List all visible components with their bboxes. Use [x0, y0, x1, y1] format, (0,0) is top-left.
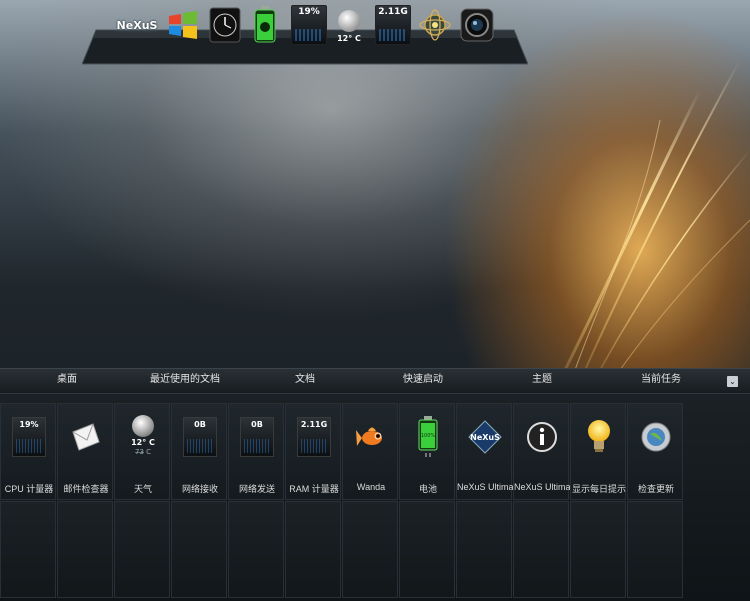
empty-slot[interactable]: [627, 501, 683, 598]
tab-quick-launch[interactable]: 快速启动: [388, 369, 458, 391]
empty-slot[interactable]: [456, 501, 512, 598]
widget-label: NeXuS Ultimat: [457, 482, 513, 492]
tab-current-tasks[interactable]: 当前任务: [626, 369, 696, 391]
collapse-button[interactable]: ⌄: [727, 376, 738, 387]
weather-temp-secondary: 7̶3̶ C: [134, 448, 152, 456]
widget-label: 检查更新: [637, 484, 674, 494]
tab-bar: 桌面 最近使用的文档 文档 快速启动 主题 当前任务 ⌄: [0, 369, 750, 394]
empty-slot[interactable]: [228, 501, 284, 598]
widget-label: 显示每日提示: [571, 484, 626, 494]
lightbulb-icon: [588, 420, 610, 452]
cpu-meter-value: 19%: [19, 420, 39, 429]
tab-desktop[interactable]: 桌面: [32, 369, 102, 391]
globe-update-icon: [641, 422, 671, 452]
empty-slot[interactable]: [114, 501, 170, 598]
dock-item-ram-meter[interactable]: 2.11G: [370, 2, 416, 48]
tab-themes[interactable]: 主题: [512, 369, 572, 391]
dock-item-weather[interactable]: 12° C: [326, 2, 372, 48]
clock-icon: [209, 7, 241, 43]
ram-meter-value: 2.11G: [378, 7, 408, 17]
envelope-icon: [72, 423, 100, 451]
widget-tile-net-recv[interactable]: 0B 网络接收: [171, 403, 227, 500]
battery-percent: 100%: [421, 433, 436, 439]
nexus-logo-text: NeXuS: [470, 433, 500, 442]
cpu-meter-value: 19%: [298, 7, 320, 17]
nexus-logo-icon: NeXuS: [468, 420, 502, 454]
network-send-icon: 0B: [240, 417, 274, 457]
empty-slot[interactable]: [0, 501, 56, 598]
widget-label: NeXuS Ultimat: [514, 482, 570, 492]
atom-icon: [419, 9, 451, 41]
battery-icon: 100%: [418, 416, 438, 457]
widget-tile-nexus-2[interactable]: NeXuS Ultimat: [513, 403, 570, 500]
nexus-panel: 桌面 最近使用的文档 文档 快速启动 主题 当前任务 ⌄ 19% CPU 计量器…: [0, 368, 750, 601]
widget-tile-update[interactable]: 检查更新: [627, 403, 683, 500]
moon-weather-icon: 12° C 7̶3̶ C: [125, 414, 161, 460]
battery-icon: [254, 6, 276, 43]
net-recv-value: 0B: [194, 420, 206, 429]
widget-label: CPU 计量器: [4, 484, 54, 494]
tab-documents[interactable]: 文档: [275, 369, 335, 391]
empty-slot[interactable]: [513, 501, 569, 598]
empty-slot[interactable]: [285, 501, 341, 598]
widget-tile-cpu[interactable]: 19% CPU 计量器: [0, 403, 56, 500]
dock-item-nexus[interactable]: NeXuS: [114, 2, 160, 48]
widget-label: 电池: [418, 484, 437, 494]
info-icon: [527, 422, 557, 452]
empty-slot[interactable]: [399, 501, 455, 598]
widget-label: Wanda: [356, 482, 386, 492]
widget-tile-nexus-1[interactable]: NeXuS NeXuS Ultimat: [456, 403, 513, 500]
widget-label: 天气: [133, 484, 152, 494]
ram-meter-icon: 2.11G: [375, 5, 411, 45]
empty-slot[interactable]: [171, 501, 227, 598]
cpu-meter-icon: 19%: [12, 417, 46, 457]
widget-label: 网络发送: [238, 484, 275, 494]
goldfish-icon: [356, 427, 382, 446]
widget-tile-mail[interactable]: 邮件检查器: [57, 403, 113, 500]
moon-icon: [338, 9, 360, 32]
widget-tile-ram[interactable]: 2.11G RAM 计量器: [285, 403, 341, 500]
camera-lens-icon: [460, 8, 494, 42]
weather-temp: 12° C: [131, 438, 155, 447]
dock-item-atom[interactable]: [412, 2, 458, 48]
widget-tile-tips[interactable]: 显示每日提示: [570, 403, 626, 500]
ram-meter-value: 2.11G: [300, 420, 328, 429]
net-send-value: 0B: [251, 420, 263, 429]
network-recv-icon: 0B: [183, 417, 217, 457]
widget-tile-weather[interactable]: 12° C 7̶3̶ C 天气: [114, 403, 170, 500]
widget-tile-net-send[interactable]: 0B 网络发送: [228, 403, 284, 500]
ram-meter-icon: 2.11G: [297, 417, 331, 457]
cpu-meter-icon: 19%: [291, 5, 327, 45]
dock-item-camera[interactable]: [454, 2, 500, 48]
widget-tile-battery[interactable]: 100% 电池: [399, 403, 455, 500]
dock-item-windows[interactable]: [160, 2, 206, 48]
dock: NeXuS 19% 12° C 2.11G: [82, 0, 528, 70]
empty-slot[interactable]: [570, 501, 626, 598]
windows-logo-icon: [169, 11, 197, 39]
dock-item-battery[interactable]: [242, 2, 288, 48]
widget-label: 网络接收: [181, 484, 218, 494]
nexus-logo-icon: NeXuS: [116, 18, 158, 32]
widget-label: RAM 计量器: [289, 484, 339, 494]
weather-temp: 12° C: [337, 33, 361, 43]
tab-recent-docs[interactable]: 最近使用的文档: [140, 369, 230, 391]
widget-label: 邮件检查器: [63, 484, 109, 494]
widget-tile-wanda[interactable]: Wanda: [342, 403, 398, 500]
empty-slot[interactable]: [57, 501, 113, 598]
empty-slot[interactable]: [342, 501, 398, 598]
